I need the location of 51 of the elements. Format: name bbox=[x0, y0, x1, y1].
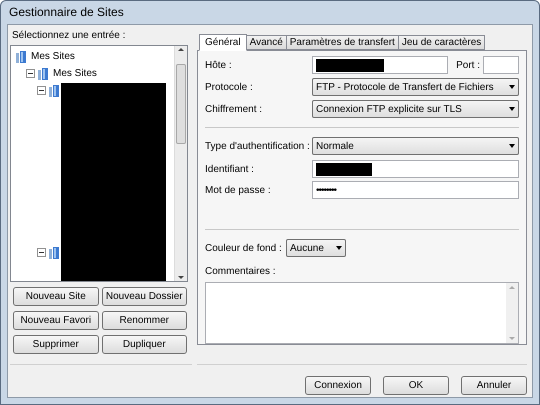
password-text: •••••••• bbox=[316, 184, 336, 196]
field-label: Chiffrement : bbox=[205, 102, 264, 116]
dropdown-arrow-icon bbox=[509, 144, 515, 148]
scroll-down-icon[interactable] bbox=[178, 276, 184, 279]
field-label: Hôte : bbox=[205, 58, 233, 72]
window-title: Gestionnaire de Sites bbox=[9, 6, 124, 19]
field-label: Protocole : bbox=[205, 80, 254, 94]
field-label: Port : bbox=[456, 58, 480, 72]
input-field[interactable] bbox=[312, 56, 448, 74]
scrollbar[interactable] bbox=[174, 46, 187, 281]
dialog-button[interactable]: Annuler bbox=[461, 376, 527, 395]
dropdown[interactable]: Connexion FTP explicite sur TLS bbox=[312, 100, 519, 118]
scroll-thumb[interactable] bbox=[176, 64, 186, 144]
server-icon bbox=[48, 84, 60, 98]
site-action-button[interactable]: Dupliquer bbox=[102, 335, 187, 354]
scroll-up-icon[interactable] bbox=[178, 48, 184, 51]
dialog-button[interactable]: Connexion bbox=[305, 376, 371, 395]
list-label: Sélectionnez une entrée : bbox=[12, 29, 126, 42]
dropdown[interactable]: Normale bbox=[312, 137, 519, 155]
collapse-icon[interactable] bbox=[37, 86, 46, 95]
tree-item[interactable]: Mes Sites bbox=[53, 67, 97, 80]
site-action-button[interactable]: Nouveau Site bbox=[13, 287, 98, 306]
collapse-icon[interactable] bbox=[37, 248, 46, 257]
site-action-button[interactable]: Supprimer bbox=[13, 335, 98, 354]
comments-field[interactable] bbox=[205, 282, 519, 344]
dropdown-arrow-icon bbox=[336, 246, 342, 250]
field-label: Couleur de fond : bbox=[205, 242, 283, 254]
field-label: Identifiant : bbox=[205, 162, 255, 176]
dropdown[interactable]: FTP - Protocole de Transfert de Fichiers bbox=[312, 78, 519, 96]
site-action-button[interactable]: Nouveau Dossier bbox=[102, 287, 187, 306]
input-field[interactable]: •••••••• bbox=[312, 181, 519, 199]
site-action-button[interactable]: Renommer bbox=[102, 311, 187, 330]
collapse-icon[interactable] bbox=[26, 69, 35, 78]
site-action-button[interactable]: Nouveau Favori bbox=[13, 311, 98, 330]
dropdown-arrow-icon bbox=[509, 85, 515, 89]
tab[interactable]: Paramètres de transfert bbox=[286, 35, 399, 50]
input-field[interactable] bbox=[483, 56, 519, 74]
tab[interactable]: Jeu de caractères bbox=[398, 35, 486, 50]
field-label: Mot de passe : bbox=[205, 184, 272, 196]
tab[interactable]: Général bbox=[199, 34, 247, 51]
tab[interactable]: Avancé bbox=[246, 35, 287, 50]
input-field[interactable] bbox=[312, 160, 519, 178]
field-label: Type d'authentification : bbox=[205, 140, 311, 152]
dialog-button[interactable]: OK bbox=[383, 376, 449, 395]
server-icon bbox=[48, 246, 60, 260]
dropdown-arrow-icon bbox=[509, 107, 515, 111]
tree-item[interactable]: Mes Sites bbox=[31, 50, 75, 63]
server-icon bbox=[15, 50, 27, 64]
field-label: Commentaires : bbox=[205, 265, 277, 278]
dropdown[interactable]: Aucune bbox=[286, 239, 346, 257]
server-icon bbox=[37, 66, 49, 80]
